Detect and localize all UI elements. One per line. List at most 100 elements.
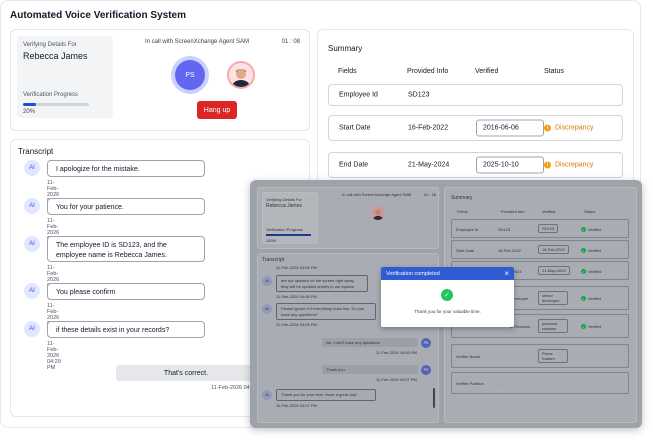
preview-verifier-name-label: Verifier Name [456, 354, 481, 359]
preview-user-bubble: No. I don't have any questions [322, 338, 418, 347]
check-circle-icon: ✓ [581, 248, 586, 254]
preview-ai-avatar: AI [262, 304, 272, 314]
preview-verifier-name-value: Paras Kadam [538, 349, 568, 363]
preview-message-bubble: Thank you for your time. Have a great da… [276, 389, 376, 401]
preview-row-verified: 16-Feb-2022 [538, 245, 569, 254]
message-bubble: I apologize for the mistake. [47, 160, 205, 177]
preview-row-verified: senior developer [538, 291, 568, 305]
user-avatar: PS [175, 60, 205, 90]
warning-icon: ! [544, 161, 551, 169]
ai-avatar: AI [24, 160, 40, 176]
preview-summary-row: Start Date 16-Feb-2022 16-Feb-2022 ✓ Veri… [451, 240, 629, 259]
preview-header-fields: Fields [457, 209, 468, 214]
preview-row-provided: 16-Feb-2022 [498, 248, 521, 253]
header-fields: Fields [338, 68, 357, 75]
summary-row: End Date 21-May-2024 2025-10-10 ! Discre… [328, 152, 623, 178]
preview-progress-label: Verification Progress [266, 227, 303, 232]
message-bubble: You please confirm [47, 283, 205, 300]
preview-message-bubble: are not updated on the screen right away… [276, 275, 368, 292]
preview-agent-avatar [371, 206, 385, 220]
preview-row-status: ✓ Verified [581, 269, 602, 275]
ai-avatar: AI [24, 236, 40, 252]
preview-scrollbar[interactable] [433, 388, 435, 408]
app-title: Automated Voice Verification System [10, 10, 186, 21]
status-discrepancy: ! Discrepancy [544, 124, 594, 132]
preview-timestamp: 11-Feb-2026 04:06 PM [276, 322, 317, 327]
summary-row: Start Date 16-Feb-2022 2016-06-06 ! Disc… [328, 115, 623, 141]
preview-row-status: ✓ Verified [581, 324, 601, 330]
preview-transcript-title: Transcript [262, 257, 285, 263]
progress-fill [23, 103, 37, 106]
preview-verifying-name: Rebecca James [266, 203, 302, 209]
preview-progress-value: 100% [266, 238, 277, 243]
modal-title: Verification completed [386, 270, 440, 277]
user-message-bubble: That's correct. [116, 365, 256, 381]
preview-row-field: Start Date [456, 248, 475, 253]
verified-date-input[interactable]: 2016-06-06 [476, 119, 544, 137]
message-bubble: if these details exist in your records? [47, 321, 205, 338]
ai-avatar: AI [24, 198, 40, 214]
progress-bar [23, 103, 89, 106]
row-field: Start Date [339, 124, 371, 132]
preview-row-status: ✓ Verified [581, 296, 601, 302]
call-panel: Verifying Details For Rebecca James Veri… [10, 29, 310, 131]
preview-timestamp: 11-Feb-2026 04:06 PM [376, 350, 417, 355]
preview-summary-title: Summary [451, 195, 473, 201]
check-circle-icon: ✓ [581, 227, 586, 233]
preview-row-status: ✓ Verified [581, 248, 602, 254]
verifying-label: Verifying Details For [23, 42, 77, 48]
check-circle-icon: ✓ [581, 269, 586, 275]
preview-row-provided: SD123 [498, 227, 511, 232]
close-icon[interactable]: × [504, 269, 509, 278]
row-field: Employee Id [339, 91, 378, 99]
preview-status-label: Verified [588, 269, 602, 274]
check-circle-icon: ✓ [441, 289, 453, 301]
preview-verifier-position-row: Verifier Position - [451, 372, 629, 394]
call-info: In call with ScreenXchange Agent SAM [145, 39, 250, 45]
preview-call-info: In call with ScreenXchange Agent SAM [342, 192, 412, 197]
agent-avatar [229, 63, 253, 87]
preview-verifying-box: Verifying Details For Rebecca James Veri… [262, 192, 318, 244]
preview-ai-avatar: AI [262, 276, 272, 286]
header-verified: Verified [475, 68, 499, 75]
check-circle-icon: ✓ [581, 296, 586, 302]
preview-progress-fill [266, 234, 311, 236]
verified-date-input[interactable]: 2025-10-10 [476, 156, 544, 174]
preview-status-label: Verified [588, 248, 602, 253]
preview-verifier-position-label: Verifier Position [456, 381, 484, 386]
preview-header-status: Status [584, 209, 596, 214]
completed-call-preview: Verifying Details For Rebecca James Veri… [250, 180, 642, 428]
preview-call-timer: 01 : 28 [424, 192, 437, 197]
preview-verifier-position-dash: - [498, 381, 500, 386]
preview-verifier-name-row: Verifier Name - Paras Kadam [451, 344, 629, 368]
status-label: Discrepancy [555, 124, 594, 132]
status-discrepancy: ! Discrepancy [544, 161, 594, 169]
verification-completed-modal: Verification completed × ✓ Thank you for… [381, 267, 514, 327]
verifying-name: Rebecca James [23, 51, 88, 61]
preview-row-verified: 21-May-2024 [538, 266, 570, 275]
hang-up-button[interactable]: Hang up [197, 101, 237, 119]
preview-timestamp: 11-Feb-2026 04:06 PM [276, 265, 317, 270]
warning-icon: ! [544, 124, 551, 132]
summary-row: Employee Id SD123 [328, 84, 623, 106]
preview-header-verified: Verified [542, 209, 556, 214]
modal-message: Thank you for your valuable time. [414, 309, 481, 314]
preview-timestamp: 11-Feb-2026 04:06 PM [276, 294, 317, 299]
preview-progress-bar [266, 234, 311, 236]
preview-header-provided: Provided Info [501, 209, 525, 214]
transcript-title: Transcript [18, 147, 54, 156]
message-timestamp: 11-Feb-2026 04:29 PM [47, 341, 61, 371]
check-circle-icon: ✓ [581, 324, 586, 330]
preview-timestamp: 11-Feb-2026 04:07 PM [276, 403, 317, 408]
progress-label: Verification Progress [23, 92, 79, 98]
progress-value: 20% [23, 109, 36, 115]
header-provided-info: Provided Info [407, 68, 449, 75]
row-field: End Date [339, 161, 369, 169]
preview-user-avatar: PS [421, 365, 431, 375]
modal-header: Verification completed × [381, 267, 514, 280]
row-provided: SD123 [408, 91, 430, 99]
preview-user-avatar: PS [421, 338, 431, 348]
preview-ai-avatar: AI [262, 390, 272, 400]
preview-verifier-name-dash: - [498, 354, 500, 359]
preview-row-field: Employee Id [456, 227, 479, 232]
